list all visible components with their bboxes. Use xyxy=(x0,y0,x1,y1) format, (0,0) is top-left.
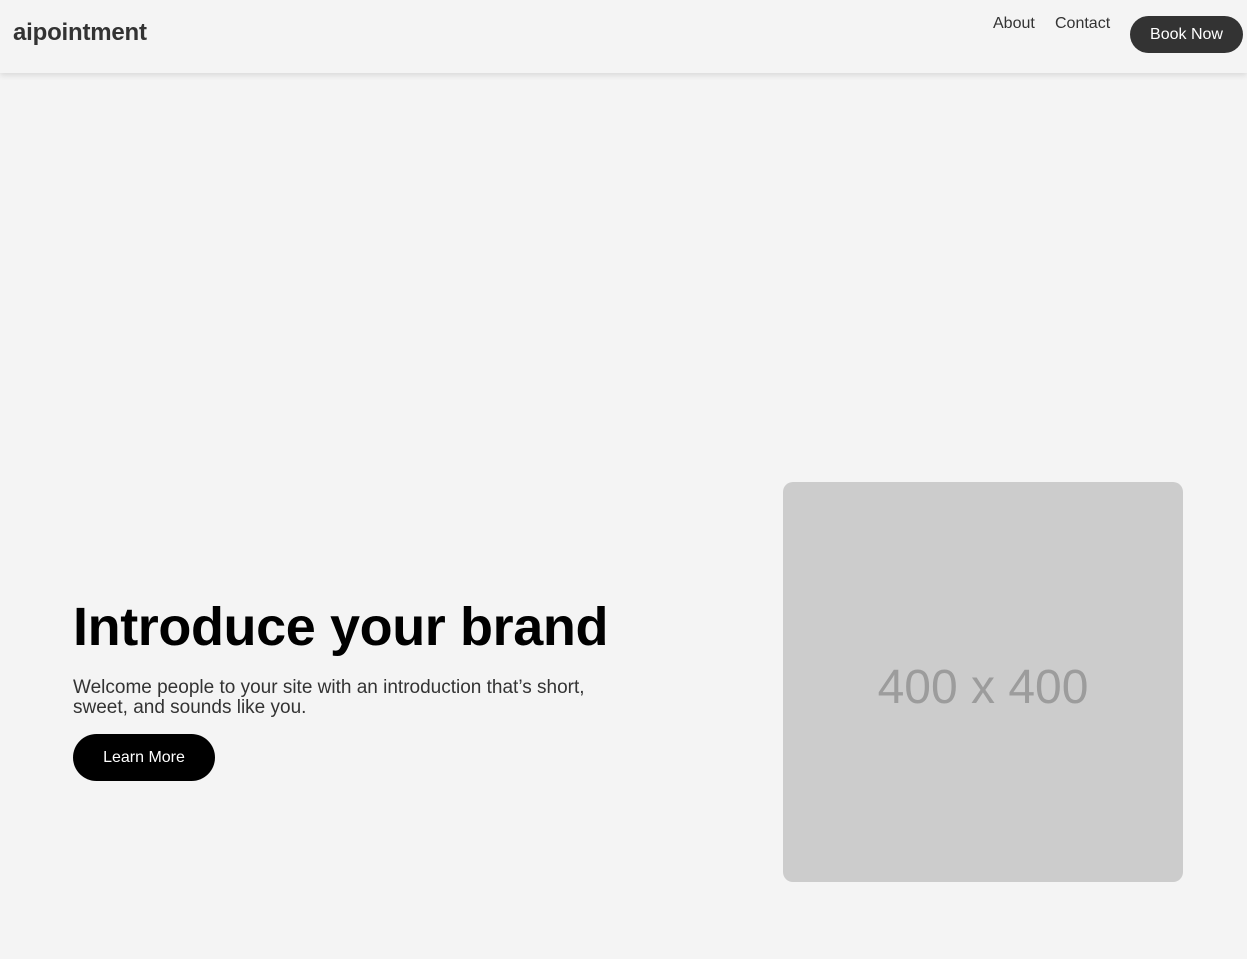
hero-image-placeholder: 400 x 400 xyxy=(783,482,1183,882)
brand-logo[interactable]: aipointment xyxy=(13,18,147,48)
hero-title: Introduce your brand xyxy=(73,597,609,657)
placeholder-dimensions-label: 400 x 400 xyxy=(877,661,1089,714)
nav-contact-link[interactable]: Contact xyxy=(1055,14,1110,34)
hero-subtitle: Welcome people to your site with an intr… xyxy=(73,677,585,718)
book-now-button[interactable]: Book Now xyxy=(1130,16,1243,53)
learn-more-button[interactable]: Learn More xyxy=(73,734,215,781)
site-header: aipointment About Contact Book Now xyxy=(0,0,1247,73)
nav-about-link[interactable]: About xyxy=(993,14,1035,34)
